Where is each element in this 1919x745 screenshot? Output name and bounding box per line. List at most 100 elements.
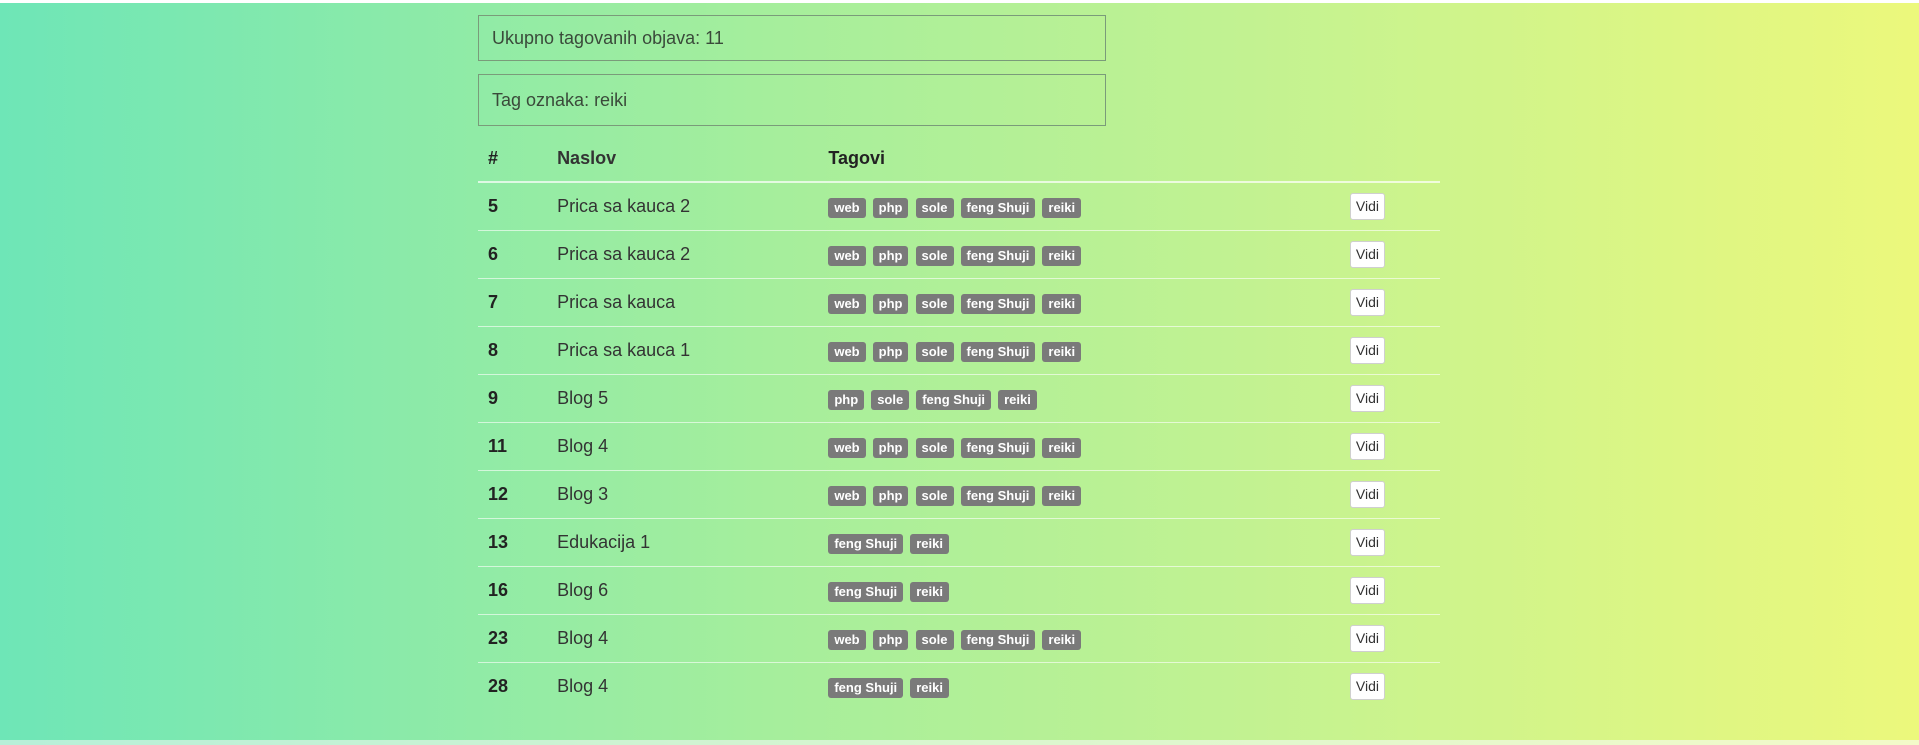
- row-id: 6: [478, 230, 548, 279]
- tag-badge: sole: [915, 293, 954, 314]
- tag-badge: sole: [915, 197, 954, 218]
- tag-badge: web: [828, 293, 866, 314]
- view-button[interactable]: Vidi: [1349, 289, 1385, 316]
- tag-badge: reiki: [1042, 245, 1082, 266]
- table-body: 5 Prica sa kauca 2 web php sole feng Shuji…: [478, 182, 1440, 710]
- tag-badge: php: [872, 485, 909, 506]
- table-row: 23 Blog 4 web php sole feng Shuji reiki Vi…: [478, 614, 1440, 663]
- tag-badge: sole: [915, 245, 954, 266]
- row-title: Prica sa kauca 2: [547, 230, 819, 279]
- tag-badge: feng Shuji: [960, 437, 1036, 458]
- row-title: Edukacija 1: [547, 518, 819, 567]
- row-title: Prica sa kauca 1: [547, 326, 819, 375]
- view-button[interactable]: Vidi: [1349, 529, 1385, 556]
- view-button[interactable]: Vidi: [1349, 337, 1385, 364]
- table-row: 12 Blog 3 web php sole feng Shuji reiki Vi…: [478, 470, 1440, 519]
- row-tags: php sole feng Shuji reiki: [818, 374, 1340, 423]
- table-row: 8 Prica sa kauca 1 web php sole feng Shuji…: [478, 326, 1440, 375]
- row-tags: feng Shuji reiki: [818, 663, 1340, 711]
- tag-badge: reiki: [910, 581, 949, 602]
- page-bottom-band: [0, 740, 1919, 745]
- header-title: Naslov: [547, 135, 819, 183]
- row-id: 16: [478, 566, 548, 615]
- table-row: 6 Prica sa kauca 2 web php sole feng Shuji…: [478, 230, 1440, 279]
- table-row: 7 Prica sa kauca web php sole feng Shuji r…: [478, 278, 1440, 327]
- row-tags: web php sole feng Shuji reiki: [818, 422, 1340, 471]
- tag-badge: web: [828, 629, 866, 650]
- main-content: Ukupno tagovanih objava: 11 Tag oznaka: …: [478, 15, 1440, 710]
- tag-badge: php: [872, 341, 909, 362]
- tag-badge: feng Shuji: [916, 389, 992, 410]
- view-button[interactable]: Vidi: [1349, 625, 1385, 652]
- tag-badge: feng Shuji: [960, 245, 1036, 266]
- tag-badge: php: [872, 245, 909, 266]
- tag-badge: feng Shuji: [960, 485, 1036, 506]
- tag-badge: sole: [915, 437, 954, 458]
- row-id: 23: [478, 614, 548, 663]
- tag-badge: reiki: [998, 389, 1037, 410]
- row-actions: Vidi: [1339, 566, 1440, 615]
- tag-badge: reiki: [1042, 437, 1082, 458]
- tag-badge: web: [828, 437, 866, 458]
- tag-badge: sole: [915, 341, 954, 362]
- tag-badge: php: [872, 629, 909, 650]
- tag-badge: feng Shuji: [960, 341, 1036, 362]
- tag-badge: sole: [915, 485, 954, 506]
- tag-badge: feng Shuji: [828, 581, 904, 602]
- row-title: Blog 6: [547, 566, 819, 615]
- tag-badge: reiki: [910, 533, 949, 554]
- total-tagged-posts-text: Ukupno tagovanih objava: 11: [492, 27, 724, 48]
- row-id: 8: [478, 326, 548, 375]
- view-button[interactable]: Vidi: [1349, 577, 1385, 604]
- row-actions: Vidi: [1339, 374, 1440, 423]
- row-id: 11: [478, 422, 548, 471]
- tag-badge: reiki: [910, 677, 949, 698]
- table-header-row: # Naslov Tagovi: [478, 135, 1440, 183]
- row-title: Blog 4: [557, 676, 609, 696]
- tag-badge: reiki: [1042, 197, 1082, 218]
- row-tags: web php sole feng Shuji reiki: [818, 278, 1340, 327]
- row-tags: feng Shuji reiki: [818, 566, 1340, 615]
- tag-badge: sole: [915, 629, 954, 650]
- tag-badge: feng Shuji: [960, 293, 1036, 314]
- tag-badge: web: [828, 485, 866, 506]
- row-actions: Vidi: [1340, 663, 1440, 711]
- tag-badge: reiki: [1042, 629, 1082, 650]
- total-tagged-posts-box: Ukupno tagovanih objava: 11: [478, 15, 1106, 61]
- row-tags: web php sole feng Shuji reiki: [818, 614, 1340, 663]
- row-title: Blog 3: [547, 470, 819, 519]
- row-id: 5: [478, 182, 548, 231]
- row-actions: Vidi: [1339, 614, 1440, 663]
- tag-badge: reiki: [1042, 341, 1082, 362]
- view-button[interactable]: Vidi: [1349, 433, 1385, 460]
- tag-label-text: Tag oznaka: reiki: [492, 89, 628, 110]
- tag-badge: sole: [871, 389, 910, 410]
- header-tags: Tagovi: [818, 135, 1340, 183]
- tag-badge: reiki: [1042, 293, 1082, 314]
- tag-badge: php: [828, 389, 865, 410]
- table-row: 9 Blog 5 php sole feng Shuji reiki Vidi: [478, 374, 1440, 423]
- tag-label-box: Tag oznaka: reiki: [478, 74, 1106, 126]
- row-actions: Vidi: [1339, 470, 1440, 519]
- row-actions: Vidi: [1339, 182, 1440, 231]
- view-button[interactable]: Vidi: [1349, 193, 1385, 220]
- tag-badge: feng Shuji: [828, 533, 904, 554]
- row-tags: web php sole feng Shuji reiki: [818, 230, 1340, 279]
- tag-badge: feng Shuji: [960, 197, 1036, 218]
- tag-badge: php: [872, 293, 909, 314]
- tag-badge: web: [828, 197, 866, 218]
- view-button[interactable]: Vidi: [1349, 241, 1385, 268]
- table-row: 28 Blog 4 feng Shuji reiki Vidi: [478, 663, 1440, 711]
- row-id: 9: [478, 374, 548, 423]
- view-button[interactable]: Vidi: [1349, 481, 1385, 508]
- header-actions: [1339, 135, 1440, 183]
- row-id: 12: [478, 470, 548, 519]
- tag-badge: feng Shuji: [960, 629, 1036, 650]
- header-id: #: [478, 135, 548, 183]
- row-id: 13: [478, 518, 548, 567]
- view-button[interactable]: Vidi: [1349, 673, 1385, 700]
- row-actions: Vidi: [1339, 422, 1440, 471]
- view-button[interactable]: Vidi: [1349, 385, 1385, 412]
- row-tags: feng Shuji reiki: [818, 518, 1340, 567]
- row-actions: Vidi: [1339, 518, 1440, 567]
